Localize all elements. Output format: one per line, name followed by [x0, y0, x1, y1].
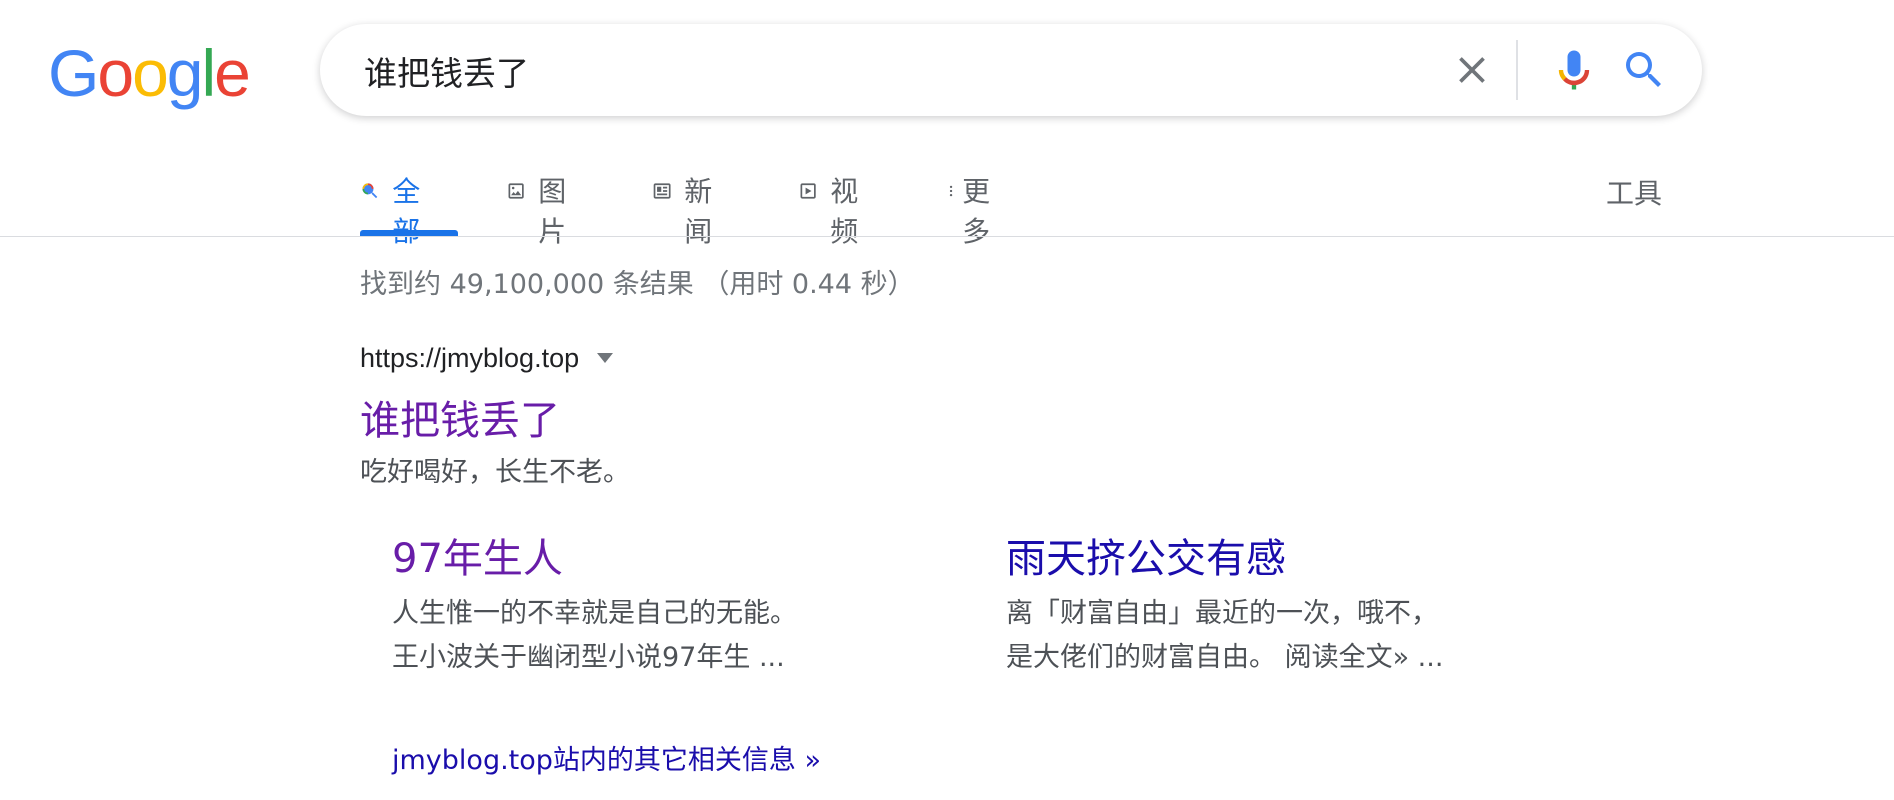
sitelink: 雨天挤公交有感 离「财富自由」最近的一次，哦不，是大佬们的财富自由。 阅读全文»… [1006, 526, 1446, 680]
search-result: https://jmyblog.top 谁把钱丢了 吃好喝好，长生不老。 [360, 340, 1260, 489]
sitelink: 97年生人 人生惟一的不幸就是自己的无能。 王小波关于幽闭型小说97年生 ... [392, 526, 832, 680]
image-icon [508, 183, 524, 199]
search-input[interactable] [362, 46, 1366, 96]
result-snippet: 吃好喝好，长生不老。 [360, 457, 630, 488]
tab-label: 图片 [538, 175, 567, 248]
result-url[interactable]: https://jmyblog.top [360, 343, 579, 374]
sitelink-snippet: 人生惟一的不幸就是自己的无能。 王小波关于幽闭型小说97年生 ... [392, 598, 797, 673]
tools-button[interactable]: 工具 [1606, 172, 1662, 212]
more-results-link[interactable]: jmyblog.top站内的其它相关信息 » [392, 738, 821, 777]
sitelink-title[interactable]: 雨天挤公交有感 [1006, 526, 1446, 584]
result-stats: 找到约 49,100,000 条结果 （用时 0.44 秒） [360, 269, 915, 300]
sitelink-title[interactable]: 97年生人 [392, 526, 832, 584]
logo-letter: o [97, 36, 134, 110]
tab-label: 更多 [962, 175, 991, 248]
video-icon [800, 183, 816, 199]
logo-letter: G [48, 36, 99, 110]
searchbox-divider [1516, 40, 1518, 100]
tab-label: 新闻 [684, 175, 713, 248]
header-divider [0, 236, 1894, 237]
tab-label: 全部 [392, 175, 421, 248]
result-title-link[interactable]: 谁把钱丢了 [360, 388, 560, 446]
tab-videos[interactable]: 视频 [798, 170, 868, 248]
logo-letter: g [166, 36, 204, 110]
search-icon[interactable] [1620, 46, 1668, 94]
tab-more[interactable]: 更多 [944, 170, 998, 248]
result-url-row: https://jmyblog.top [360, 340, 1260, 376]
search-box [320, 24, 1702, 116]
logo-letter: o [132, 36, 169, 110]
close-icon[interactable] [1450, 48, 1494, 92]
google-logo[interactable]: Google [48, 36, 251, 110]
search-icon [362, 183, 378, 199]
microphone-icon[interactable] [1548, 44, 1600, 96]
tab-images[interactable]: 图片 [506, 170, 576, 248]
tab-news[interactable]: 新闻 [652, 170, 722, 248]
tab-all[interactable]: 全部 [360, 170, 458, 248]
more-vert-icon [949, 185, 953, 197]
dropdown-arrow-icon[interactable] [597, 353, 614, 363]
tab-label: 视频 [830, 175, 859, 248]
sitelink-snippet: 离「财富自由」最近的一次，哦不，是大佬们的财富自由。 阅读全文» ... [1006, 598, 1444, 673]
news-icon [653, 183, 671, 199]
logo-letter: e [214, 36, 251, 110]
logo-letter: l [201, 36, 217, 110]
